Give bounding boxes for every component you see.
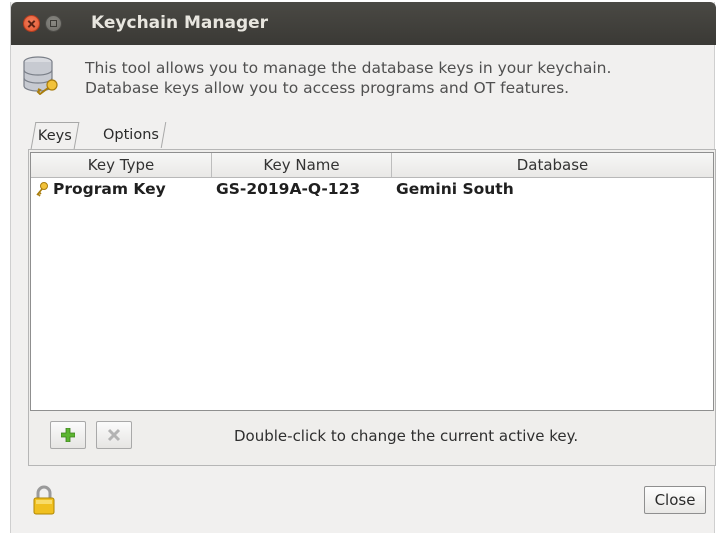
table-header: Key Type Key Name Database — [31, 153, 713, 178]
window-title: Keychain Manager — [91, 13, 269, 33]
keys-panel: Key Type Key Name Database Program Key G… — [28, 149, 716, 466]
key-icon — [36, 182, 48, 197]
tab-options[interactable]: Options — [96, 122, 167, 148]
intro-line-2: Database keys allow you to access progra… — [85, 79, 570, 97]
column-header-key-type[interactable]: Key Type — [31, 153, 212, 177]
keychain-manager-window: Keychain Manager This tool allows you to… — [10, 2, 716, 533]
add-icon — [61, 428, 75, 442]
intro-line-1: This tool allows you to manage the datab… — [85, 59, 612, 77]
table-row[interactable]: Program Key GS-2019A-Q-123 Gemini South — [31, 178, 713, 200]
window-minimize-icon[interactable] — [45, 15, 62, 32]
column-header-database[interactable]: Database — [392, 153, 713, 177]
tab-keys[interactable]: Keys — [30, 122, 80, 149]
column-header-key-name[interactable]: Key Name — [212, 153, 392, 177]
delete-icon — [107, 428, 121, 442]
active-key-hint: Double-click to change the current activ… — [234, 427, 579, 445]
lock-icon[interactable] — [33, 485, 55, 515]
intro-text: This tool allows you to manage the datab… — [85, 58, 611, 98]
title-bar[interactable]: Keychain Manager — [11, 2, 716, 45]
window-close-icon[interactable] — [23, 15, 40, 32]
cell-key-type: Program Key — [53, 180, 166, 198]
cell-key-name: GS-2019A-Q-123 — [216, 180, 361, 198]
delete-key-button[interactable] — [96, 421, 132, 449]
database-key-icon — [23, 56, 58, 95]
keys-table: Key Type Key Name Database Program Key G… — [30, 152, 714, 411]
close-button[interactable]: Close — [644, 486, 706, 514]
cell-database: Gemini South — [396, 180, 514, 198]
add-key-button[interactable] — [50, 421, 86, 449]
